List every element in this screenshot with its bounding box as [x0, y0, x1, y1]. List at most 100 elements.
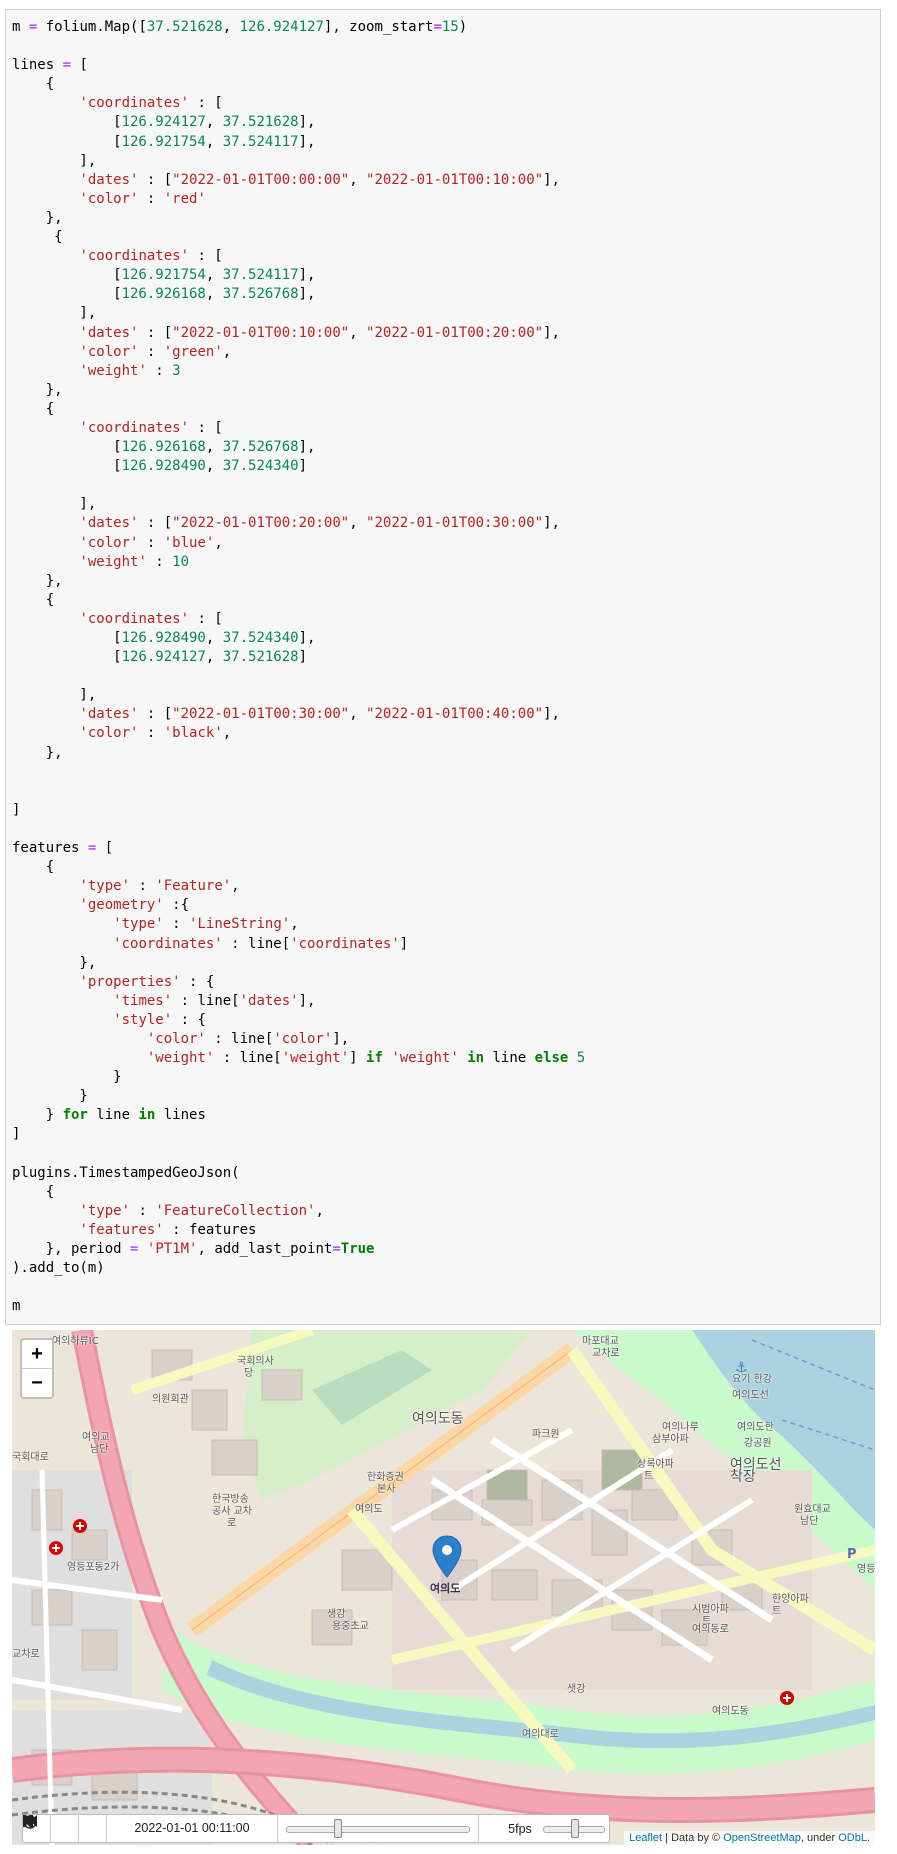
code-token: , add_last_point — [197, 1241, 333, 1257]
code-token: , — [222, 19, 240, 35]
code-token: 'blue' — [163, 534, 215, 551]
map-place-label: 삼부아파 — [652, 1434, 689, 1445]
code-token: "2022-01-01T00:00:00" — [172, 171, 350, 188]
code-line: ], — [12, 686, 585, 705]
leaflet-link[interactable]: Leaflet — [629, 1832, 662, 1844]
code-token: 'weight' — [281, 1050, 350, 1067]
code-token: 'red' — [163, 190, 206, 207]
step-forward-button[interactable] — [23, 1815, 107, 1842]
code-token: 37.521628 — [222, 114, 299, 131]
code-token: { — [12, 591, 55, 608]
speed-slider[interactable] — [539, 1815, 609, 1842]
code-line: m — [12, 1297, 585, 1316]
code-token: { — [12, 229, 63, 246]
current-time-display[interactable]: 2022-01-01 00:11:00 — [107, 1815, 278, 1842]
code-line: 'dates' : ["2022-01-01T00:00:00", "2022-… — [12, 171, 585, 190]
code-line: { — [12, 228, 585, 247]
code-token: 126.921754 — [121, 133, 206, 150]
speed-slider-thumb[interactable] — [571, 1819, 579, 1838]
code-token: }, — [12, 744, 63, 761]
code-token: ).add_to(m) — [12, 1260, 105, 1277]
code-token: 126.926168 — [121, 439, 206, 456]
code-line: }, — [12, 572, 585, 591]
code-line: 'weight' : 3 — [12, 362, 585, 381]
map-place-label: 용중초교 — [332, 1621, 369, 1632]
code-line: }, — [12, 381, 585, 400]
code-token: 'LineString' — [189, 916, 291, 933]
code-line: { — [12, 858, 585, 877]
code-editor[interactable]: m = folium.Map([37.521628, 126.924127], … — [12, 18, 585, 1316]
code-token: }, — [12, 954, 97, 971]
code-line: 'coordinates' : line['coordinates'] — [12, 935, 585, 954]
code-token: }, — [12, 209, 63, 226]
code-token: :{ — [163, 897, 190, 914]
osm-link[interactable]: OpenStreetMap — [723, 1832, 801, 1844]
map-place-label: 여의도선 — [732, 1390, 769, 1401]
code-token: ], — [12, 305, 97, 322]
code-line: m = folium.Map([37.521628, 126.924127], … — [12, 18, 585, 37]
code-token: 126.926168 — [121, 286, 206, 303]
code-token: line — [87, 1107, 139, 1124]
code-line: }, — [12, 744, 585, 763]
code-line: } — [12, 1068, 585, 1087]
code-token: 'green' — [163, 343, 223, 360]
code-token: : [ — [189, 95, 223, 112]
code-line: ] — [12, 1125, 585, 1144]
code-line: } — [12, 1087, 585, 1106]
map-attribution: Leaflet | Data by © OpenStreetMap, under… — [624, 1831, 875, 1845]
code-line: 'color' : 'red' — [12, 190, 585, 209]
code-cell[interactable]: m = folium.Map([37.521628, 126.924127], … — [5, 9, 881, 1325]
code-token: in — [467, 1050, 485, 1067]
map-place-label: 여의동로 — [692, 1624, 729, 1635]
map-place-label: 상록아파 — [637, 1459, 674, 1470]
code-token: , — [205, 286, 223, 303]
zoom-out-button[interactable]: − — [22, 1368, 52, 1397]
code-line: 'weight' : line['weight'] if 'weight' in… — [12, 1049, 585, 1068]
speed-icon — [23, 1815, 501, 1842]
code-token: "2022-01-01T00:10:00" — [172, 324, 350, 341]
code-line: 'color' : line['color'], — [12, 1030, 585, 1049]
map-place-label: 남단 — [800, 1516, 819, 1527]
code-token: 'dates' — [239, 992, 299, 1009]
code-token: [ — [71, 57, 88, 74]
code-line: lines = [ — [12, 56, 585, 75]
time-slider-thumb[interactable] — [334, 1819, 343, 1838]
time-dimension-control: 2022-01-01 00:11:00 5fps — [22, 1814, 610, 1843]
code-token: [ — [12, 630, 122, 646]
code-token: 126.924127 — [121, 649, 206, 666]
odbl-link[interactable]: ODbL. — [838, 1832, 870, 1844]
code-token: "2022-01-01T00:20:00" — [366, 324, 544, 341]
zoom-in-button[interactable]: + — [22, 1340, 52, 1368]
fps-display: 5fps — [508, 1821, 532, 1836]
code-token: ] — [399, 935, 409, 952]
map-marker-icon[interactable] — [432, 1535, 462, 1579]
code-token: 37.524340 — [222, 458, 299, 475]
code-token: 'black' — [163, 725, 223, 742]
time-slider[interactable] — [278, 1815, 479, 1842]
code-line: 'color' : 'black', — [12, 724, 585, 743]
code-token: 'color' — [79, 725, 139, 742]
code-token: ], — [332, 1030, 350, 1047]
code-line: ], — [12, 152, 585, 171]
code-token: ], — [298, 630, 316, 646]
code-token: , — [349, 171, 367, 188]
code-token: : [ — [138, 515, 173, 532]
code-token: [ — [96, 840, 114, 857]
code-token: 10 — [172, 553, 190, 570]
folium-map[interactable]: P ⚓ 여의하류IC 마포대교 교차로 국회의사 당 의원회관 여의교 남단 국회대로 여의도동 여… — [12, 1330, 875, 1845]
pause-button[interactable] — [23, 1815, 79, 1842]
code-token: m — [12, 19, 29, 35]
code-token: : — [138, 534, 164, 551]
code-token: : — [138, 343, 164, 360]
code-line: 'type' : 'FeatureCollection', — [12, 1202, 585, 1221]
code-token: , — [349, 515, 367, 532]
